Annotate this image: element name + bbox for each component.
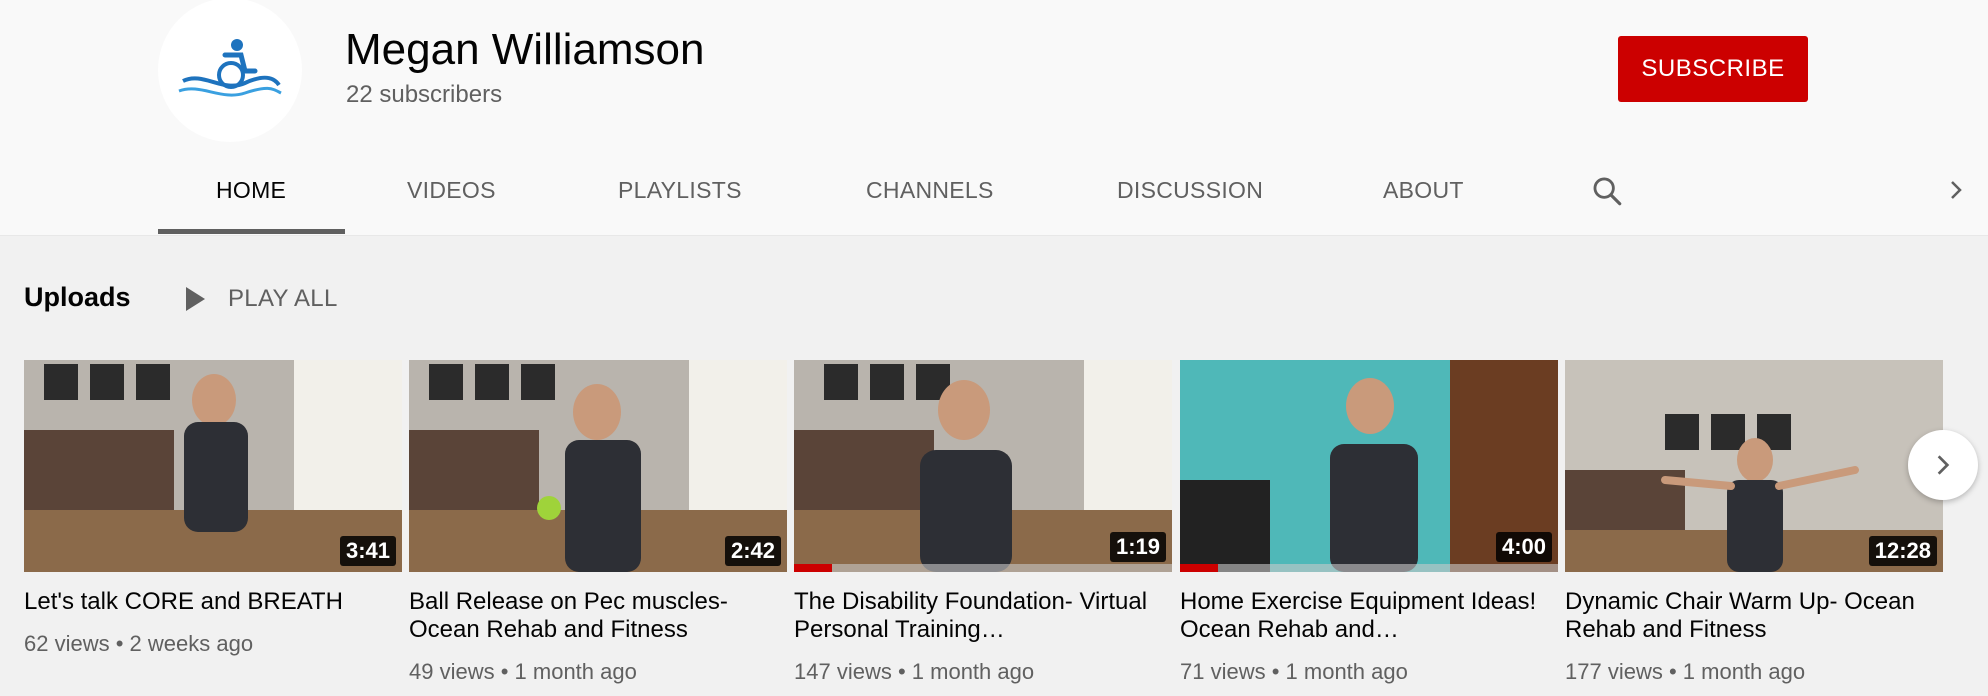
video-title[interactable]: Home Exercise Equipment Ideas! Ocean Reh…	[1180, 588, 1558, 644]
play-all-button[interactable]: PLAY ALL	[184, 282, 338, 316]
search-icon[interactable]	[1590, 174, 1624, 208]
video-title[interactable]: The Disability Foundation- Virtual Perso…	[794, 588, 1172, 644]
video-age: 1 month ago	[1682, 659, 1806, 684]
play-icon	[186, 287, 205, 311]
video-card[interactable]: 3:41 Let's talk CORE and BREATH 62 views…	[24, 360, 402, 658]
video-thumbnail[interactable]: 4:00	[1180, 360, 1558, 572]
watch-progress	[1180, 564, 1218, 572]
video-duration: 12:28	[1868, 536, 1937, 566]
video-card[interactable]: 4:00 Home Exercise Equipment Ideas! Ocea…	[1180, 360, 1558, 686]
video-meta: 71 views • 1 month ago	[1180, 659, 1408, 684]
play-all-label: PLAY ALL	[228, 285, 338, 312]
channel-header: Megan Williamson 22 subscribers SUBSCRIB…	[0, 0, 1988, 236]
tab-channels[interactable]: CHANNELS	[866, 175, 994, 205]
video-views: 177 views	[1565, 659, 1663, 684]
video-title[interactable]: Dynamic Chair Warm Up- Ocean Rehab and F…	[1565, 588, 1943, 644]
video-age: 1 month ago	[911, 659, 1035, 684]
video-meta: 147 views • 1 month ago	[794, 659, 1035, 684]
video-thumbnail[interactable]: 3:41	[24, 360, 402, 572]
watch-progress-track	[794, 564, 1172, 572]
video-duration: 2:42	[724, 536, 781, 566]
wheelchair-wave-logo-icon	[178, 39, 282, 97]
channel-avatar[interactable]	[158, 0, 302, 142]
video-title[interactable]: Let's talk CORE and BREATH	[24, 588, 402, 616]
watch-progress	[794, 564, 832, 572]
video-thumbnail[interactable]: 12:28	[1565, 360, 1943, 572]
video-card[interactable]: 12:28 Dynamic Chair Warm Up- Ocean Rehab…	[1565, 360, 1943, 686]
subscribe-button[interactable]: SUBSCRIBE	[1618, 36, 1808, 102]
video-views: 49 views	[409, 659, 495, 684]
video-card[interactable]: 1:19 The Disability Foundation- Virtual …	[794, 360, 1172, 686]
video-duration: 4:00	[1495, 532, 1552, 562]
video-age: 2 weeks ago	[129, 631, 254, 656]
video-meta: 62 views • 2 weeks ago	[24, 631, 254, 656]
chevron-right-icon[interactable]	[1944, 178, 1968, 202]
subscriber-count: 22 subscribers	[346, 81, 503, 108]
uploads-title[interactable]: Uploads	[24, 280, 131, 314]
shelf-next-button[interactable]	[1908, 430, 1978, 500]
video-duration: 1:19	[1109, 532, 1166, 562]
video-age: 1 month ago	[1285, 659, 1408, 684]
tab-discussion[interactable]: DISCUSSION	[1117, 175, 1263, 205]
video-meta: 49 views • 1 month ago	[409, 659, 637, 684]
video-duration: 3:41	[339, 536, 396, 566]
channel-name: Megan Williamson	[345, 25, 705, 74]
tab-playlists[interactable]: PLAYLISTS	[618, 175, 742, 205]
tab-about[interactable]: ABOUT	[1383, 175, 1464, 205]
tab-videos[interactable]: VIDEOS	[407, 175, 496, 205]
video-thumbnail[interactable]: 1:19	[794, 360, 1172, 572]
chevron-right-icon	[1937, 455, 1950, 475]
video-card[interactable]: 2:42 Ball Release on Pec muscles- Ocean …	[409, 360, 787, 686]
active-tab-indicator	[158, 229, 345, 234]
video-age: 1 month ago	[514, 659, 637, 684]
video-views: 147 views	[794, 659, 892, 684]
video-views: 71 views	[1180, 659, 1266, 684]
tab-home[interactable]: HOME	[216, 175, 286, 205]
video-meta: 177 views • 1 month ago	[1565, 659, 1806, 684]
video-thumbnail[interactable]: 2:42	[409, 360, 787, 572]
watch-progress-track	[1180, 564, 1558, 572]
video-title[interactable]: Ball Release on Pec muscles- Ocean Rehab…	[409, 588, 787, 644]
video-views: 62 views	[24, 631, 110, 656]
